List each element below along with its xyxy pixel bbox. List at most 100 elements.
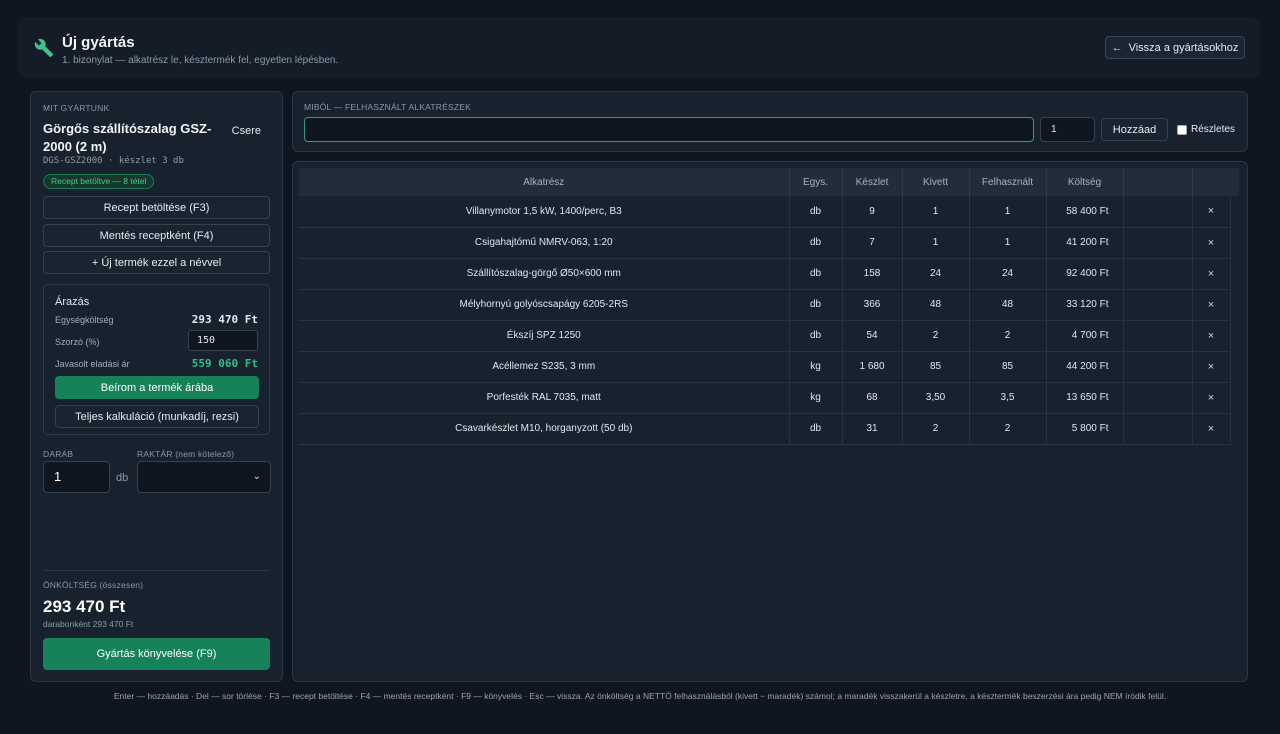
scrollbar[interactable] [1230,168,1239,196]
unit-cell: db [789,320,843,352]
per-unit-cost: darabonként 293 470 Ft [43,619,134,629]
parts-table-panel: Alkatrész Egys. Készlet Kivett Felhaszná… [292,161,1248,682]
used-cell: 2 [969,320,1047,352]
delete-row-icon[interactable]: × [1192,258,1231,290]
suggested-price-label: Javasolt eladási ár [55,359,130,369]
product-name: Görgős szállítószalag GSZ-2000 (2 m) [43,121,212,154]
table-row[interactable]: Csigahajtómű NMRV-063, 1:20 db 7 1 1 41 200 F… [299,227,1231,259]
column-header[interactable]: Költség [1046,168,1124,196]
add-part-button[interactable]: Hozzáad [1101,118,1168,141]
unit-cost-label: Egységköltség [55,315,114,325]
parts-section-label: MIBŐL — FELHASZNÁLT ALKATRÉSZEK [304,102,471,112]
product-section-label: MIT GYÁRTUNK [43,103,110,113]
table-row[interactable]: Csavarkészlet M10, horganyzott (50 db) db… [299,413,1231,445]
delete-row-icon[interactable]: × [1192,289,1231,321]
column-header[interactable]: Készlet [842,168,903,196]
pricing-title: Árazás [55,296,90,308]
empty-cell [1123,320,1193,352]
table-row[interactable]: Ékszíj SPZ 1250 db 54 2 2 4 700 Ft × [299,320,1231,352]
part-name-cell: Csigahajtómű NMRV-063, 1:20 [299,227,790,259]
total-cost-label: ÖNKÖLTSÉG (összesen) [43,580,144,590]
column-header[interactable]: Egys. [789,168,843,196]
delete-row-icon[interactable]: × [1192,382,1231,414]
table-header-row: Alkatrész Egys. Készlet Kivett Felhaszná… [299,168,1231,196]
cost-cell: 41 200 Ft [1046,227,1124,259]
load-recipe-button[interactable]: Recept betöltése (F3) [43,196,270,219]
taken-cell: 48 [902,289,970,321]
change-product-button[interactable]: Csere [232,125,261,137]
unit-cell: db [789,413,843,445]
part-name-cell: Acéllemez S235, 3 mm [299,351,790,383]
part-name-cell: Porfesték RAL 7035, matt [299,382,790,414]
warehouse-select[interactable]: ⌄ [137,461,271,493]
empty-cell [1123,227,1193,259]
column-header-empty [1192,168,1231,196]
save-recipe-button[interactable]: Mentés receptként (F4) [43,224,270,247]
stock-cell: 7 [842,227,903,259]
page-subtitle: 1. bizonylat — alkatrész le, késztermék … [62,55,339,66]
used-cell: 85 [969,351,1047,383]
unit-cell: db [789,289,843,321]
delete-row-icon[interactable]: × [1192,320,1231,352]
table-row[interactable]: Szállítószalag-görgő Ø50×600 mm db 158 24 24… [299,258,1231,290]
back-button[interactable]: ← Vissza a gyártásokhoz [1105,36,1245,59]
detailed-label: Részletes [1191,124,1235,135]
product-panel: MIT GYÁRTUNK Görgős szállítószalag GSZ-2… [30,91,283,682]
total-cost-value: 293 470 Ft [43,597,126,616]
taken-cell: 2 [902,320,970,352]
parts-table: Alkatrész Egys. Készlet Kivett Felhaszná… [299,168,1231,445]
product-code: DGS-GSZ2000 · készlet 3 db [43,156,184,166]
used-cell: 24 [969,258,1047,290]
apply-price-button[interactable]: Beírom a termék árába [55,376,259,399]
warehouse-label: RAKTÁR (nem kötelező) [137,449,235,459]
quantity-label: DARAB [43,449,74,459]
parts-entry-panel: MIBŐL — FELHASZNÁLT ALKATRÉSZEK 1 Hozzáa… [292,91,1248,152]
part-search-input[interactable] [304,117,1034,142]
used-cell: 1 [969,227,1047,259]
stock-cell: 366 [842,289,903,321]
new-product-button[interactable]: + Új termék ezzel a névvel [43,251,270,274]
empty-cell [1123,413,1193,445]
taken-cell: 2 [902,413,970,445]
delete-row-icon[interactable]: × [1192,351,1231,383]
column-header[interactable]: Alkatrész [299,168,790,196]
detailed-checkbox[interactable] [1177,124,1187,135]
part-quantity-input[interactable]: 1 [1040,117,1095,142]
detailed-toggle[interactable]: Részletes [1177,124,1235,135]
arrow-left-icon: ← [1111,41,1123,54]
multiplier-input[interactable]: 150 [188,330,258,351]
pricing-box: Árazás Egységköltség 293 470 Ft Szorzó (… [43,284,270,435]
column-header[interactable]: Felhasznált [969,168,1047,196]
table-row[interactable]: Villanymotor 1,5 kW, 1400/perc, B3 db 9 1 1 5… [299,196,1231,228]
quantity-input[interactable]: 1 [43,461,110,493]
table-row[interactable]: Mélyhornyú golyóscsapágy 6205-2RS db 366 48… [299,289,1231,321]
cost-cell: 4 700 Ft [1046,320,1124,352]
quantity-unit: db [116,472,129,484]
delete-row-icon[interactable]: × [1192,196,1231,228]
cost-cell: 92 400 Ft [1046,258,1124,290]
used-cell: 2 [969,413,1047,445]
page-title: Új gyártás [62,34,135,51]
keyboard-hints: Enter — hozzáadás · Del — sor törlése · … [113,691,1167,701]
unit-cell: kg [789,382,843,414]
unit-cell: db [789,258,843,290]
taken-cell: 85 [902,351,970,383]
page-header: Új gyártás 1. bizonylat — alkatrész le, … [18,17,1260,78]
unit-cell: kg [789,351,843,383]
post-production-button[interactable]: Gyártás könyvelése (F9) [43,638,270,670]
column-header[interactable]: Kivett [902,168,970,196]
full-calculation-button[interactable]: Teljes kalkuláció (munkadíj, rezsi) [55,405,259,428]
empty-cell [1123,351,1193,383]
used-cell: 48 [969,289,1047,321]
taken-cell: 24 [902,258,970,290]
taken-cell: 3,50 [902,382,970,414]
table-row[interactable]: Porfesték RAL 7035, matt kg 68 3,50 3,5 13 65… [299,382,1231,414]
delete-row-icon[interactable]: × [1192,413,1231,445]
table-row[interactable]: Acéllemez S235, 3 mm kg 1 680 85 85 44 200 Ft… [299,351,1231,383]
stock-cell: 1 680 [842,351,903,383]
empty-cell [1123,196,1193,228]
cost-cell: 33 120 Ft [1046,289,1124,321]
delete-row-icon[interactable]: × [1192,227,1231,259]
stock-cell: 31 [842,413,903,445]
cost-cell: 58 400 Ft [1046,196,1124,228]
